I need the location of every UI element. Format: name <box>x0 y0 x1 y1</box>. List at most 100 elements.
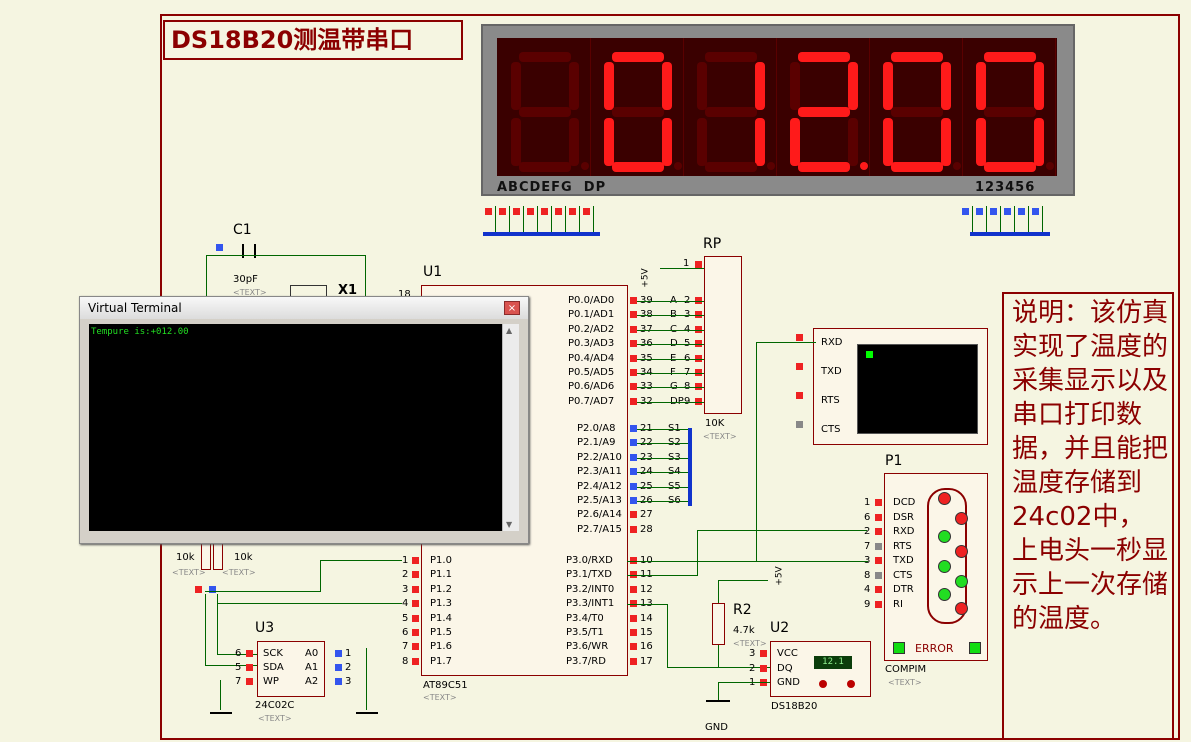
u1-pin-6[interactable] <box>412 629 419 636</box>
virtual-terminal-window[interactable]: Virtual Terminal × Tempure is:+012.00 ▲ … <box>79 296 529 544</box>
compim-led-2 <box>955 512 968 525</box>
segment-pin-1[interactable] <box>499 208 506 215</box>
 <box>637 301 704 302</box>
u1-pin-5[interactable] <box>412 614 419 622</box>
ds18b20-pin-stub-3[interactable] <box>760 650 767 657</box>
segment-c <box>941 118 951 166</box>
compim-pin-stub-4[interactable] <box>875 586 882 593</box>
compim-pin-stub-1[interactable] <box>875 499 882 506</box>
digit-pin-0[interactable] <box>962 208 969 215</box>
u1-pin-17[interactable] <box>630 657 637 665</box>
terminal-pin-stub-cts[interactable] <box>796 421 803 428</box>
u1-pin-7[interactable] <box>412 643 419 651</box>
segment-pin-6[interactable] <box>569 208 576 215</box>
r2-resistor[interactable] <box>712 603 725 645</box>
compim-pin-stub-9[interactable] <box>875 600 882 608</box>
ds18b20-reading[interactable]: 12.1 <box>814 656 852 669</box>
rp-resistor-pack[interactable] <box>704 256 742 414</box>
digit-pin-3[interactable] <box>1004 208 1011 215</box>
u1-pin-1[interactable] <box>412 557 419 564</box>
u1-pin-21[interactable] <box>630 425 637 432</box>
compim-pin-stub-6[interactable] <box>875 513 882 521</box>
compim-led-5 <box>938 560 951 573</box>
u1-pin-22[interactable] <box>630 439 637 447</box>
segment-f <box>883 62 893 110</box>
terminal-pin-cts: CTS <box>821 424 841 435</box>
compim-pin-stub-3[interactable] <box>875 557 882 564</box>
terminal-scrollbar[interactable]: ▲ ▼ <box>502 324 519 531</box>
digit-pin-2[interactable] <box>990 208 997 215</box>
u1-pin-35[interactable] <box>630 354 637 362</box>
c1-pin[interactable] <box>216 244 223 251</box>
u1-pin-15[interactable] <box>630 629 637 636</box>
eeprom-pin-num-5: 5 <box>235 662 242 673</box>
segment-pin-4[interactable] <box>541 208 548 215</box>
u1-pin-25[interactable] <box>630 482 637 490</box>
u1-pin-4[interactable] <box>412 600 419 608</box>
u1-pin-14[interactable] <box>630 614 637 622</box>
rp-value: 10K <box>705 418 725 429</box>
u1-pin-32[interactable] <box>630 397 637 405</box>
p1-ref: P1 <box>885 453 903 469</box>
u1-pin-26[interactable] <box>630 497 637 504</box>
c1-wire <box>206 255 366 256</box>
u1-pin-8[interactable] <box>412 657 419 665</box>
compim-pin-stub-7[interactable] <box>875 542 882 550</box>
digit-pin-5[interactable] <box>1032 208 1039 215</box>
segment-pin-3[interactable] <box>527 208 534 215</box>
u1-pin-3[interactable] <box>412 585 419 593</box>
u1-pin-24[interactable] <box>630 468 637 476</box>
ds18b20-pin-stub-2[interactable] <box>760 664 767 672</box>
segment-pin-0[interactable] <box>485 208 492 215</box>
segment-f <box>976 62 986 110</box>
digit-pin-1[interactable] <box>976 208 983 215</box>
segment-b <box>848 62 858 110</box>
u1-pin-name-22: P2.1/A9 <box>577 437 616 449</box>
compim-pin-num-9: 9 <box>864 598 871 610</box>
u1-pin-28[interactable] <box>630 525 637 533</box>
eeprom-pin-stub-5[interactable] <box>246 664 253 671</box>
u1-pin-name-15: P3.5/T1 <box>566 627 604 638</box>
u1-pin-12[interactable] <box>630 585 637 593</box>
u1-pin-27[interactable] <box>630 511 637 519</box>
segment-pin-5[interactable] <box>555 208 562 215</box>
u1-pin-38[interactable] <box>630 311 637 319</box>
decimal-point <box>767 162 775 170</box>
r2-text: <TEXT> <box>733 639 767 648</box>
temp-up-button[interactable] <box>847 680 855 688</box>
eeprom-pin-stub-2[interactable] <box>335 664 342 671</box>
u1-pin-36[interactable] <box>630 340 637 348</box>
u1-pin-34[interactable] <box>630 369 637 376</box>
eeprom-pin-stub-6[interactable] <box>246 650 253 657</box>
virtual-terminal-titlebar[interactable]: Virtual Terminal × <box>80 297 528 319</box>
terminal-pin-rts: RTS <box>821 395 840 406</box>
digit-pin-4[interactable] <box>1018 208 1025 215</box>
u1-pin-33[interactable] <box>630 383 637 391</box>
 <box>1042 206 1043 232</box>
u1-pin-16[interactable] <box>630 643 637 651</box>
pullup-resistor-2[interactable] <box>213 540 223 570</box>
temp-down-button[interactable] <box>819 680 827 688</box>
eeprom-pin-stub-7[interactable] <box>246 678 253 685</box>
terminal-pin-stub-rxd[interactable] <box>796 334 803 341</box>
pullup-resistor-1[interactable] <box>201 540 211 570</box>
u1-pin-39[interactable] <box>630 297 637 304</box>
u1-pin-2[interactable] <box>412 571 419 579</box>
compim-pin-stub-8[interactable] <box>875 571 882 579</box>
terminal-pin-stub-rts[interactable] <box>796 392 803 399</box>
u1-pin-23[interactable] <box>630 453 637 461</box>
compim-pin-stub-2[interactable] <box>875 528 882 535</box>
eeprom-pin-stub-3[interactable] <box>335 678 342 685</box>
seven-segment-display[interactable]: ABCDEFG DP 123456 <box>481 24 1075 196</box>
eeprom-pin-stub-1[interactable] <box>335 650 342 657</box>
segment-pin-7[interactable] <box>583 208 590 215</box>
segment-pin-2[interactable] <box>513 208 520 215</box>
terminal-pin-stub-txd[interactable] <box>796 363 803 370</box>
u1-pin-37[interactable] <box>630 325 637 333</box>
segment-c <box>662 118 672 166</box>
close-icon[interactable]: × <box>504 301 520 315</box>
decimal-point <box>953 162 961 170</box>
compim-led-8 <box>955 602 968 615</box>
terminal-output-area[interactable]: Tempure is:+012.00 <box>89 324 502 531</box>
segment-d <box>891 162 943 172</box>
